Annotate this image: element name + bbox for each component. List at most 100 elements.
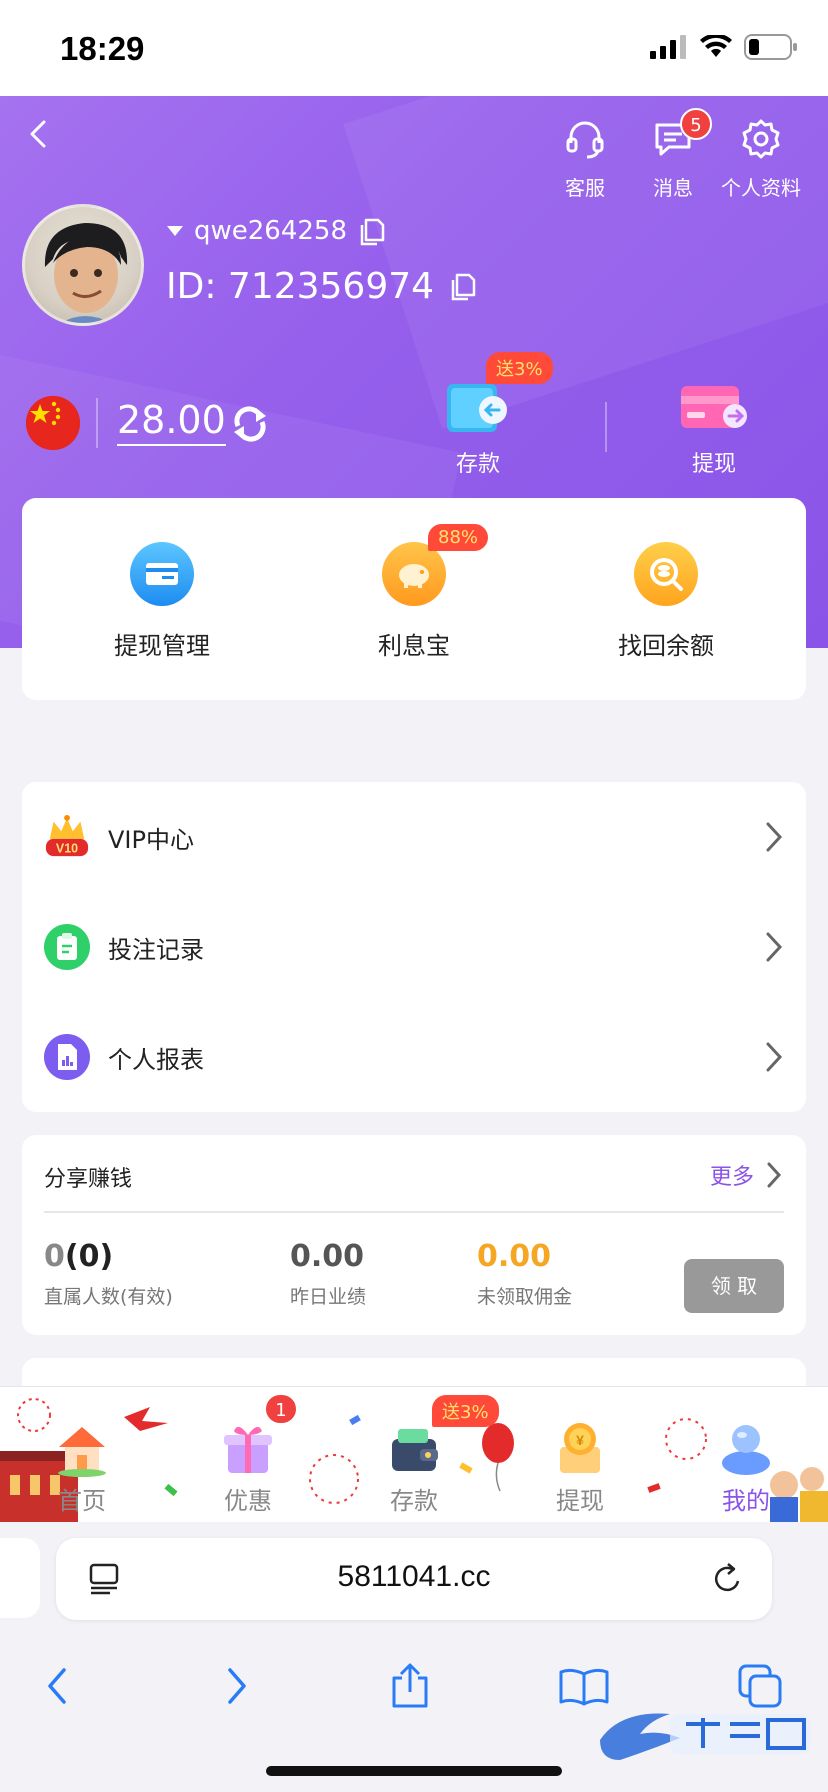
promotions-count-badge: 1 <box>264 1393 298 1425</box>
yesterday-performance-stat: 0.00 昨日业绩 <box>290 1239 366 1309</box>
clipboard-icon <box>44 924 90 970</box>
browser-forward-button[interactable] <box>206 1656 266 1716</box>
copy-icon[interactable] <box>448 271 478 303</box>
vip-level: V10 <box>56 841 78 855</box>
battery-icon <box>744 34 797 60</box>
message-count-badge: 5 <box>680 108 712 140</box>
previous-tab-preview[interactable] <box>0 1538 40 1618</box>
interest-treasure-label: 利息宝 <box>378 632 450 660</box>
menu-item-label: VIP中心 <box>108 825 194 854</box>
address-bar[interactable]: 5811041.cc <box>56 1538 772 1620</box>
deposit-tab-bonus-badge: 送3% <box>432 1395 499 1427</box>
recover-balance-label: 找回余额 <box>618 632 714 660</box>
tab-label: 我的 <box>722 1487 770 1515</box>
china-flag-icon[interactable] <box>26 396 80 450</box>
customer-service-label: 客服 <box>565 176 605 200</box>
share-more-link[interactable]: 更多 <box>710 1159 784 1191</box>
share-button[interactable] <box>380 1656 440 1716</box>
unclaimed-commission-stat: 0.00 未领取佣金 <box>477 1239 572 1309</box>
balance-amount[interactable]: 28.00 <box>117 398 226 446</box>
signal-icon <box>650 35 686 59</box>
user-id-row: ID: 712356974 <box>166 266 478 307</box>
chevron-right-icon <box>767 1162 782 1188</box>
tab-label: 提现 <box>556 1487 604 1515</box>
interest-treasure-button[interactable]: 利息宝 <box>324 542 504 661</box>
menu-item-personal-report[interactable]: 个人报表 <box>22 1002 806 1112</box>
wifi-icon <box>700 35 732 57</box>
back-button[interactable] <box>20 114 60 154</box>
direct-members-stat: 0(0) 直属人数(有效) <box>44 1239 173 1309</box>
interest-rate-badge: 88% <box>428 524 489 551</box>
chevron-right-icon <box>228 1668 246 1704</box>
messages-label: 消息 <box>653 176 693 200</box>
svg-text:¥: ¥ <box>576 1432 584 1448</box>
chevron-left-icon <box>48 1668 66 1704</box>
crown-icon: V10 <box>44 814 90 860</box>
withdraw-management-label: 提现管理 <box>114 632 210 660</box>
user-id: ID: 712356974 <box>166 266 435 307</box>
direct-members-label: 直属人数(有效) <box>44 1286 173 1308</box>
refresh-balance-button[interactable] <box>230 404 270 448</box>
card-icon <box>130 542 194 606</box>
username-row: qwe264258 <box>166 216 387 246</box>
bottom-tab-bar: 首页 优惠 1 存款 送3% ¥ 提现 我的 <box>0 1386 828 1522</box>
deposit-label: 存款 <box>455 452 500 477</box>
user-icon <box>722 1425 770 1475</box>
unclaimed-commission-label: 未领取佣金 <box>477 1286 573 1308</box>
wallet-icon <box>392 1429 438 1471</box>
copy-icon[interactable] <box>357 216 387 246</box>
direct-members-value: 0 <box>44 1239 65 1274</box>
claim-button[interactable]: 领 取 <box>684 1259 784 1313</box>
caret-down-icon[interactable] <box>166 224 184 238</box>
menu-item-bet-records[interactable]: 投注记录 <box>22 892 806 1002</box>
share-earn-card: 分享赚钱 更多 0(0) 直属人数(有效) 0.00 昨日业绩 0.00 未领取… <box>22 1135 806 1335</box>
tab-label: 存款 <box>390 1487 438 1515</box>
chevron-right-icon <box>766 1042 783 1072</box>
yesterday-performance-label: 昨日业绩 <box>290 1286 367 1308</box>
chevron-left-icon <box>30 120 46 148</box>
withdraw-label: 提现 <box>691 452 736 477</box>
menu-item-label: 投注记录 <box>108 935 204 964</box>
deposit-wallet-icon <box>447 384 507 432</box>
watermark-logo <box>590 1690 820 1770</box>
unclaimed-commission-value: 0.00 <box>477 1239 552 1274</box>
withdraw-button[interactable]: 提现 <box>654 366 774 478</box>
share-more-label: 更多 <box>709 1165 754 1190</box>
url-text: 5811041.cc <box>337 1560 491 1593</box>
customer-service-button[interactable]: 客服 <box>540 114 630 201</box>
home-icon <box>58 1427 106 1477</box>
browser-back-button[interactable] <box>28 1656 88 1716</box>
reload-icon[interactable] <box>710 1561 746 1597</box>
avatar[interactable] <box>22 204 144 326</box>
menu-item-label: 个人报表 <box>108 1045 204 1074</box>
tab-home[interactable]: 首页 <box>22 1405 142 1516</box>
effective-members-value: (0) <box>64 1239 114 1274</box>
status-time: 18:29 <box>60 30 145 67</box>
status-bar: 18:29 <box>0 0 828 96</box>
home-indicator <box>266 1766 562 1776</box>
recover-balance-button[interactable]: 找回余额 <box>576 542 756 661</box>
gift-box-icon <box>224 1426 272 1473</box>
search-coins-icon <box>634 542 698 606</box>
withdraw-management-button[interactable]: 提现管理 <box>72 542 252 661</box>
chevron-right-icon <box>766 932 783 962</box>
yesterday-performance-value: 0.00 <box>290 1239 365 1274</box>
piggy-bank-icon <box>382 542 446 606</box>
withdraw-card-icon <box>681 386 747 428</box>
gear-icon <box>742 119 780 159</box>
tab-label: 首页 <box>58 1487 106 1515</box>
chevron-right-icon <box>766 822 783 852</box>
browser-address-area: 5811041.cc <box>0 1522 828 1630</box>
refresh-icon <box>234 406 266 442</box>
avatar-character-icon <box>44 223 128 323</box>
quick-actions-card: 提现管理 利息宝 88% 找回余额 <box>22 498 806 700</box>
menu-card: V10 VIP中心 投注记录 个人报表 <box>22 782 806 1112</box>
tab-withdraw[interactable]: ¥ 提现 <box>520 1405 640 1516</box>
menu-item-vip-center[interactable]: V10 VIP中心 <box>22 782 806 892</box>
profile-settings-button[interactable]: 个人资料 <box>716 114 806 201</box>
messages-button[interactable]: 5 消息 <box>628 108 718 201</box>
headset-icon <box>566 121 604 159</box>
tab-mine[interactable]: 我的 <box>686 1405 806 1516</box>
report-icon <box>44 1034 90 1080</box>
share-earn-title: 分享赚钱 <box>44 1167 133 1192</box>
